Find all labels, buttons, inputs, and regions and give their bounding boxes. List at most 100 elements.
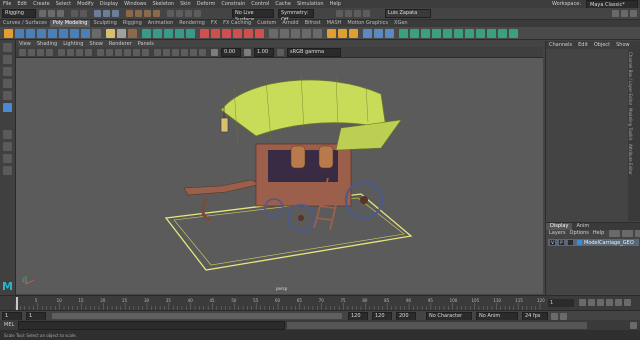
toggle-attribute-editor-icon[interactable] [612, 10, 619, 17]
poly-torus-icon[interactable] [59, 28, 68, 38]
layer-playback-toggle[interactable]: P [559, 240, 564, 245]
new-empty-layer-icon[interactable] [635, 230, 640, 237]
grid-icon[interactable] [58, 48, 65, 56]
gamma-field[interactable]: 1.00 [254, 47, 274, 57]
shelf-tab-motion-graphics[interactable]: Motion Graphics [344, 20, 391, 27]
object-menu[interactable]: Object [594, 41, 616, 49]
menu-display[interactable]: Display [97, 0, 121, 8]
side-tab-channel-box[interactable]: Channel Box / Layer Editor [628, 52, 633, 105]
insert-loop-icon[interactable] [313, 28, 322, 38]
planar-map-icon[interactable] [374, 28, 383, 38]
scale-tool-icon[interactable] [3, 103, 12, 112]
exposure-field[interactable]: 0.00 [221, 47, 241, 57]
play-forward-icon[interactable] [606, 299, 613, 306]
shelf-tab-bifrost[interactable]: Bifrost [302, 20, 324, 27]
range-bar[interactable] [52, 313, 342, 319]
image-plane-icon[interactable] [46, 48, 53, 56]
svg-icon[interactable] [128, 28, 137, 38]
mode-dropdown[interactable]: Rigging [2, 9, 36, 18]
new-scene-icon[interactable] [39, 10, 46, 17]
show-menu[interactable]: Show [616, 41, 636, 49]
menu-skin[interactable]: Skin [177, 0, 194, 8]
type-icon[interactable] [117, 28, 126, 38]
gamma-icon[interactable] [244, 48, 251, 56]
snap-curve-icon[interactable] [135, 10, 142, 17]
sweep-icon[interactable] [106, 28, 115, 38]
save-scene-icon[interactable] [57, 10, 64, 17]
shelf-tab-rendering[interactable]: Rendering [176, 20, 208, 27]
options-menu[interactable]: Options [570, 230, 593, 237]
select-component-icon[interactable] [112, 10, 119, 17]
wireframe-icon[interactable] [97, 48, 104, 56]
render-icon[interactable] [176, 10, 183, 17]
menu-windows[interactable]: Windows [121, 0, 149, 8]
shelf-tab-sculpting[interactable]: Sculpting [90, 20, 119, 27]
sourceimages-icon[interactable] [336, 10, 343, 17]
tab-display[interactable]: Display [546, 223, 573, 230]
freeze-transform-icon[interactable] [410, 28, 419, 38]
symmetry-dropdown[interactable]: Symmetry: Off [278, 9, 314, 23]
shelf-tab-rigging[interactable]: Rigging [120, 20, 145, 27]
shelf-tab-animation[interactable]: Animation [145, 20, 177, 27]
smooth-shade-icon[interactable] [106, 48, 113, 56]
go-to-end-icon[interactable] [624, 299, 631, 306]
snap-grid-icon[interactable] [126, 10, 133, 17]
toggle-tool-settings-icon[interactable] [621, 10, 628, 17]
instance-icon[interactable] [465, 28, 474, 38]
auto-key-icon[interactable] [551, 312, 558, 320]
render-settings-icon[interactable] [194, 10, 201, 17]
resolution-gate-icon[interactable] [76, 48, 83, 56]
rotate-tool-icon[interactable] [3, 91, 12, 100]
color-management-icon[interactable] [277, 48, 284, 56]
four-view-layout-icon[interactable] [3, 142, 12, 151]
select-hierarchy-icon[interactable] [94, 10, 101, 17]
select-object-icon[interactable] [103, 10, 110, 17]
shelf-tab-fx[interactable]: FX [208, 20, 220, 27]
outliner-icon[interactable] [354, 10, 361, 17]
film-gate-icon[interactable] [67, 48, 74, 56]
textured-icon[interactable] [124, 48, 131, 56]
layer-display-type-toggle[interactable] [568, 240, 573, 245]
append-polygon-icon[interactable] [233, 28, 242, 38]
edit-menu[interactable]: Edit [578, 41, 594, 49]
select-camera-icon[interactable] [19, 48, 26, 56]
current-frame-field[interactable]: 1 [548, 299, 574, 307]
mel-input[interactable] [18, 320, 286, 330]
uv-editor-icon[interactable] [363, 28, 372, 38]
step-back-icon[interactable] [588, 299, 595, 306]
shelf-tab-mash[interactable]: MASH [324, 20, 345, 27]
bookmark-icon[interactable] [37, 48, 44, 56]
menu-skeleton[interactable]: Skeleton [149, 0, 177, 8]
side-tab-modeling-toolkit[interactable]: Modeling Toolkit [628, 108, 633, 140]
poly-plane-icon[interactable] [70, 28, 79, 38]
lights-icon[interactable] [133, 48, 140, 56]
gate-mask-icon[interactable] [85, 48, 92, 56]
mirror-icon[interactable] [186, 28, 195, 38]
target-weld-icon[interactable] [280, 28, 289, 38]
ambient-occlusion-icon[interactable] [181, 48, 188, 56]
time-slider[interactable]: 5 10 15 20 25 30 35 40 45 50 55 60 65 70 75 80 85 90 95 100… [0, 295, 640, 311]
snap-point-icon[interactable] [144, 10, 151, 17]
shelf-tab-poly-modeling[interactable]: Poly Modeling [49, 20, 91, 27]
live-surface-field[interactable]: No Live Surface [232, 9, 274, 23]
combine-icon[interactable] [142, 28, 151, 38]
tab-anim[interactable]: Anim [572, 223, 593, 230]
snap-surface-icon[interactable] [153, 10, 160, 17]
hide-icon[interactable] [476, 28, 485, 38]
channels-menu[interactable]: Channels [549, 41, 578, 49]
antialiasing-icon[interactable] [199, 48, 206, 56]
menu-cache[interactable]: Cache [272, 0, 294, 8]
script-editor-icon[interactable] [630, 321, 637, 329]
menu-modify[interactable]: Modify [74, 0, 97, 8]
snap-together-icon[interactable] [498, 28, 507, 38]
menu-select[interactable]: Select [53, 0, 74, 8]
default-material-icon[interactable] [115, 48, 122, 56]
user-account[interactable]: Luis Zapata [385, 9, 431, 18]
shelf-tab-custom[interactable]: Custom [254, 20, 279, 27]
soft-select-icon[interactable] [327, 28, 336, 38]
exposure-icon[interactable] [211, 48, 218, 56]
menu-edit[interactable]: Edit [14, 0, 30, 8]
toggle-channel-box-icon[interactable] [630, 10, 637, 17]
shelf-tab-arnold[interactable]: Arnold [279, 20, 301, 27]
menu-control[interactable]: Control [248, 0, 272, 8]
